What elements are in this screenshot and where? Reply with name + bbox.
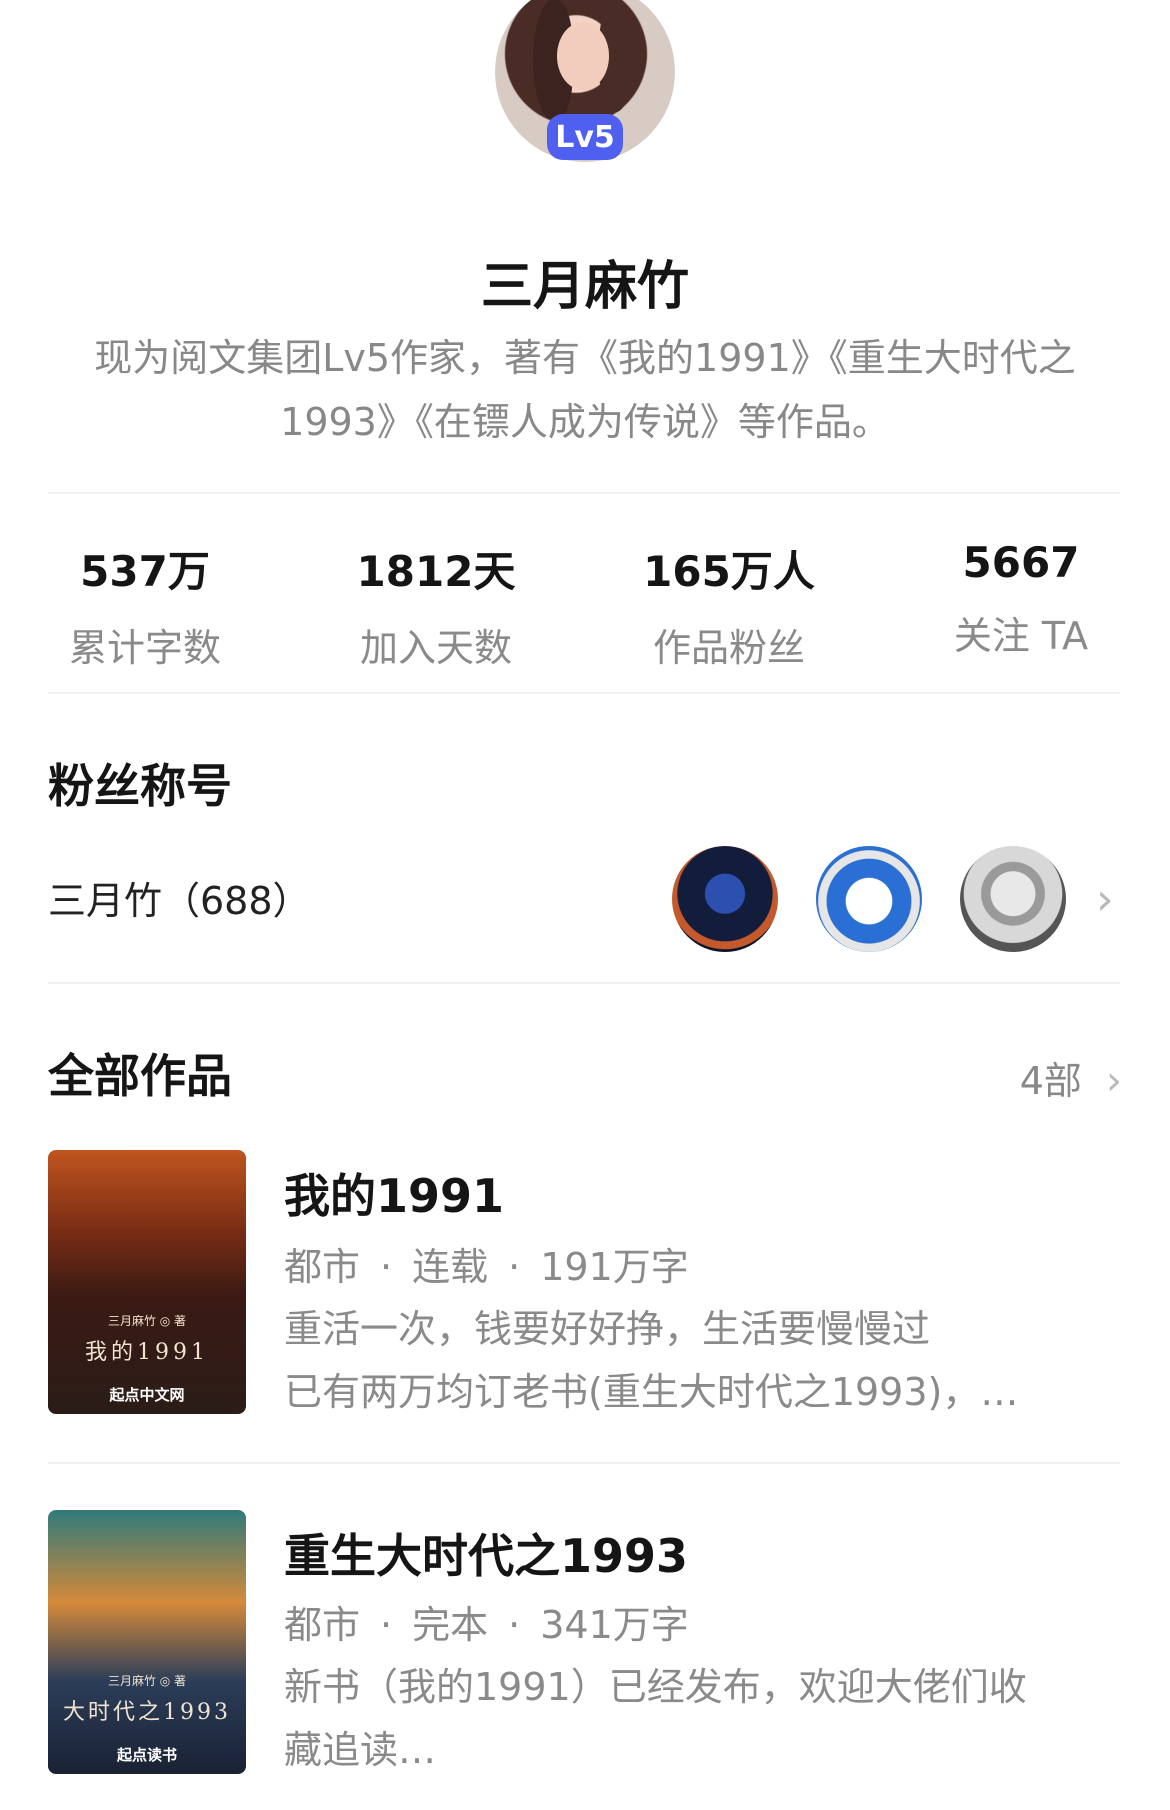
stat-join-days[interactable]: 1812天 加入天数 bbox=[311, 538, 561, 672]
chevron-right-icon[interactable]: › bbox=[1096, 874, 1114, 925]
works-count-link[interactable]: 4部 › bbox=[1020, 1050, 1122, 1105]
book-meta: 都市 · 连载 · 191万字 bbox=[284, 1245, 689, 1289]
fan-section-title: 粉丝称号 bbox=[48, 759, 232, 813]
works-section-title: 全部作品 bbox=[48, 1049, 232, 1103]
stat-following[interactable]: 5667 关注 TA bbox=[896, 538, 1146, 660]
divider bbox=[48, 982, 1120, 984]
book-description: 新书（我的1991）已经发布，欢迎大佬们收 藏追读… bbox=[284, 1665, 1027, 1772]
fan-avatar[interactable] bbox=[672, 846, 778, 952]
book-title[interactable]: 我的1991 bbox=[284, 1160, 504, 1226]
works-count: 4部 bbox=[1019, 1059, 1082, 1103]
book-meta: 都市 · 完本 · 341万字 bbox=[284, 1603, 689, 1647]
level-badge: Lv5 bbox=[547, 114, 623, 160]
book-description: 重活一次，钱要好好挣，生活要慢慢过 已有两万均订老书(重生大时代之1993)，… bbox=[284, 1307, 1019, 1414]
book-cover[interactable]: 三月麻竹 ◎ 著 大时代之1993 起点读书 bbox=[48, 1510, 246, 1774]
author-bio: 现为阅文集团Lv5作家，著有《我的1991》《重生大时代之1993》《在镖人成为… bbox=[94, 336, 1076, 444]
stat-word-count[interactable]: 537万 累计字数 bbox=[20, 538, 270, 672]
book-cover[interactable]: 三月麻竹 ◎ 著 我的1991 起点中文网 bbox=[48, 1150, 246, 1414]
fan-avatar[interactable] bbox=[816, 846, 922, 952]
stat-fans[interactable]: 165万人 作品粉丝 bbox=[604, 538, 854, 672]
author-name: 三月麻竹 bbox=[480, 257, 689, 317]
divider bbox=[48, 692, 1120, 694]
chevron-right-icon: › bbox=[1106, 1058, 1122, 1104]
divider bbox=[48, 492, 1120, 494]
fan-avatar[interactable] bbox=[960, 846, 1066, 952]
book-title[interactable]: 重生大时代之1993 bbox=[284, 1520, 688, 1586]
fan-title-row[interactable]: 三月竹（688） bbox=[48, 870, 311, 925]
divider bbox=[48, 1462, 1120, 1464]
